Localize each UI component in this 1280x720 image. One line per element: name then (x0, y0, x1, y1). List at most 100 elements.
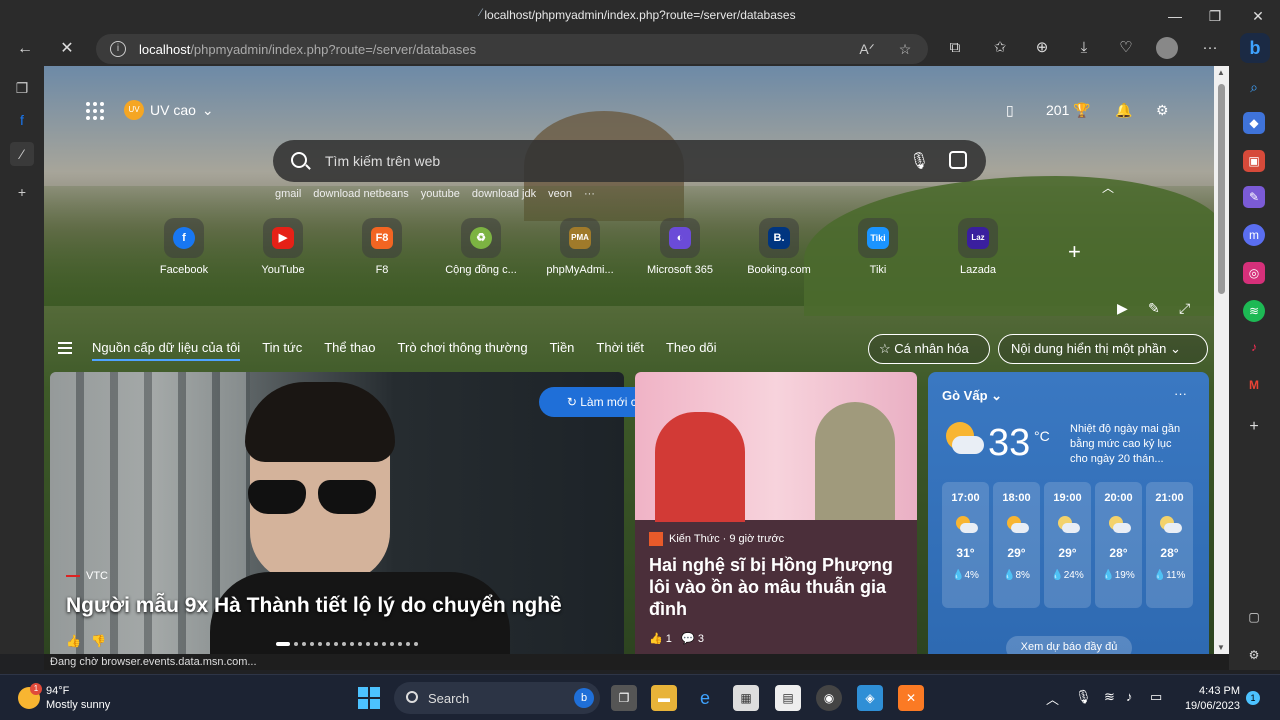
back-button[interactable]: ← (12, 36, 38, 62)
expand-icon[interactable]: ⤢ (1179, 300, 1190, 317)
minimize-button[interactable]: — (1164, 5, 1186, 27)
notification-badge[interactable]: 1 (1246, 691, 1260, 705)
search-icon[interactable]: ⌕ (1243, 76, 1265, 98)
site-info-icon[interactable]: i (110, 41, 126, 57)
main-story-card[interactable]: VTC Người mẫu 9x Hà Thành tiết lộ lý do … (50, 372, 624, 654)
tab-money[interactable]: Tiền (550, 340, 575, 361)
weather-card[interactable]: Gò Vấp ⌄ ··· 33 °C Nhiệt độ ngày mai gần… (928, 372, 1209, 654)
hide-sidebar-icon[interactable]: ▢ (1243, 606, 1265, 628)
gmail-icon[interactable]: M (1243, 374, 1265, 396)
taskbar-search[interactable]: Search b (394, 682, 600, 714)
messenger-icon[interactable]: m (1243, 224, 1265, 246)
content-visibility-dropdown[interactable]: Nội dung hiển thị một phần ⌄ (998, 334, 1208, 364)
tools-icon[interactable]: ▣ (1243, 150, 1265, 172)
performance-icon[interactable]: ♡ (1114, 36, 1138, 60)
tab-sports[interactable]: Thể thao (324, 340, 375, 361)
new-tab-icon[interactable]: + (10, 180, 34, 204)
page-settings-gear-icon[interactable]: ⚙ (1156, 102, 1169, 119)
quick-links-more[interactable]: ··· (584, 188, 595, 200)
apps-grid-icon[interactable] (86, 102, 106, 122)
maximize-button[interactable]: ❐ (1204, 5, 1226, 27)
show-hidden-icons-chevron[interactable]: ︿ (1046, 689, 1059, 708)
like-icon[interactable]: 👍 (649, 633, 663, 645)
tile-microsoft-365[interactable]: ◐ Microsoft 365 (630, 218, 730, 276)
visual-search-icon[interactable] (949, 151, 967, 169)
spotify-icon[interactable]: ≋ (1243, 300, 1265, 322)
microphone-icon[interactable]: 🎙 (909, 151, 929, 171)
quick-link[interactable]: download netbeans (313, 188, 408, 200)
side-story-headline[interactable]: Hai nghệ sĩ bị Hồng Phượng lôi vào ồn ào… (649, 554, 905, 620)
tab-my-feed[interactable]: Nguồn cấp dữ liệu của tôi (92, 340, 241, 361)
side-story-card[interactable]: Kiến Thức · 9 giờ trước Hai nghệ sĩ bị H… (635, 372, 917, 654)
task-view-icon[interactable]: ❐ (611, 685, 637, 711)
downloads-icon[interactable]: ⤓ (1072, 36, 1096, 60)
favorites-icon[interactable]: ✩ (988, 36, 1012, 60)
file-explorer-icon[interactable]: ▬ (651, 685, 677, 711)
notifications-bell-icon[interactable]: 🔔 (1115, 102, 1132, 119)
comment-icon[interactable]: 💬 (681, 633, 695, 645)
microphone-tray-icon[interactable]: 🎙 (1075, 689, 1092, 705)
battery-icon[interactable]: ▭ (1150, 689, 1162, 705)
web-search-box[interactable]: Tìm kiếm trên web 🎙 (273, 140, 986, 182)
scroll-down-arrow-icon[interactable]: ▼ (1217, 643, 1225, 652)
add-shortcut-icon[interactable]: + (1068, 239, 1081, 265)
phone-icon[interactable]: ▯ (1006, 102, 1014, 119)
tile-youtube[interactable]: ▶ YouTube (233, 218, 333, 276)
tab-casual-games[interactable]: Trò chơi thông thường (398, 340, 528, 361)
hourly-item[interactable]: 18:00 29° 💧8% (993, 482, 1040, 608)
tab-news[interactable]: Tin tức (262, 340, 302, 361)
favorite-star-icon[interactable]: ☆ (896, 40, 914, 58)
tile-booking[interactable]: B. Booking.com (729, 218, 829, 276)
store-icon[interactable]: ▦ (733, 685, 759, 711)
page-scrollbar[interactable]: ▲ ▼ (1214, 66, 1229, 654)
full-forecast-button[interactable]: Xem dự báo đầy đủ (1006, 636, 1132, 654)
collapse-chevron-icon[interactable]: ︿ (1102, 179, 1114, 196)
story-headline[interactable]: Người mẫu 9x Hà Thành tiết lộ lý do chuy… (66, 594, 562, 618)
rewards-points[interactable]: 201 🏆 (1046, 102, 1091, 119)
play-background-icon[interactable]: ▶ (1117, 300, 1128, 317)
quick-link[interactable]: youtube (421, 188, 460, 200)
tile-cong-dong[interactable]: ♻ Cộng đồng c... (431, 218, 531, 276)
windows-start-icon[interactable] (358, 687, 380, 709)
close-window-button[interactable]: ✕ (1247, 5, 1269, 27)
hourly-item[interactable]: 21:00 28° 💧11% (1146, 482, 1193, 608)
scrollbar-thumb[interactable] (1218, 84, 1225, 294)
read-aloud-icon[interactable]: Aᐟ (858, 40, 876, 58)
quick-link[interactable]: gmail (275, 188, 301, 200)
chrome-icon[interactable]: ◉ (816, 685, 842, 711)
edge-taskbar-icon[interactable]: e (692, 685, 718, 711)
tiktok-icon[interactable]: ♪ (1243, 336, 1265, 358)
collections-icon[interactable]: ⊕ (1030, 36, 1054, 60)
tile-lazada[interactable]: Laz Lazada (928, 218, 1028, 276)
user-menu[interactable]: UV UV cao ⌄ (124, 100, 214, 120)
extensions-icon[interactable]: ⧉ (943, 36, 967, 60)
volume-icon[interactable]: ♪ (1126, 689, 1133, 704)
stop-loading-button[interactable]: ✕ (54, 36, 80, 62)
notepad-icon[interactable]: ▤ (775, 685, 801, 711)
tab-weather[interactable]: Thời tiết (596, 340, 644, 361)
background-brush-icon[interactable]: ✎ (1148, 300, 1160, 317)
instagram-icon[interactable]: ◎ (1243, 262, 1265, 284)
hourly-item[interactable]: 20:00 28° 💧19% (1095, 482, 1142, 608)
sidebar-settings-icon[interactable]: ⚙ (1243, 644, 1265, 666)
wifi-icon[interactable]: ≋ (1104, 689, 1115, 705)
scroll-up-arrow-icon[interactable]: ▲ (1217, 68, 1225, 77)
tile-tiki[interactable]: Tiki Tiki (828, 218, 928, 276)
feed-menu-icon[interactable] (58, 342, 72, 357)
personalize-button[interactable]: ☆ Cá nhân hóa (868, 334, 990, 364)
tab-actions-icon[interactable]: ❐ (10, 76, 34, 100)
weather-location[interactable]: Gò Vấp ⌄ (942, 388, 1002, 404)
bing-copilot-icon[interactable]: b (1240, 33, 1270, 63)
quick-link[interactable]: veon (548, 188, 572, 200)
quick-link[interactable]: download jdk (472, 188, 536, 200)
office-icon[interactable]: ✎ (1243, 186, 1265, 208)
shopping-tag-icon[interactable]: ◆ (1243, 112, 1265, 134)
hourly-item[interactable]: 17:00 31° 💧4% (942, 482, 989, 608)
hourly-item[interactable]: 19:00 29° 💧24% (1044, 482, 1091, 608)
address-bar[interactable]: i localhost/phpmyadmin/index.php?route=/… (96, 34, 928, 64)
settings-menu-icon[interactable]: ··· (1198, 36, 1222, 60)
tile-phpmyadmin[interactable]: PMA phpMyAdmi... (530, 218, 630, 276)
address-url[interactable]: localhost/phpmyadmin/index.php?route=/se… (139, 42, 476, 57)
weather-more-icon[interactable]: ··· (1174, 386, 1187, 401)
facebook-tab-icon[interactable]: f (10, 108, 34, 132)
